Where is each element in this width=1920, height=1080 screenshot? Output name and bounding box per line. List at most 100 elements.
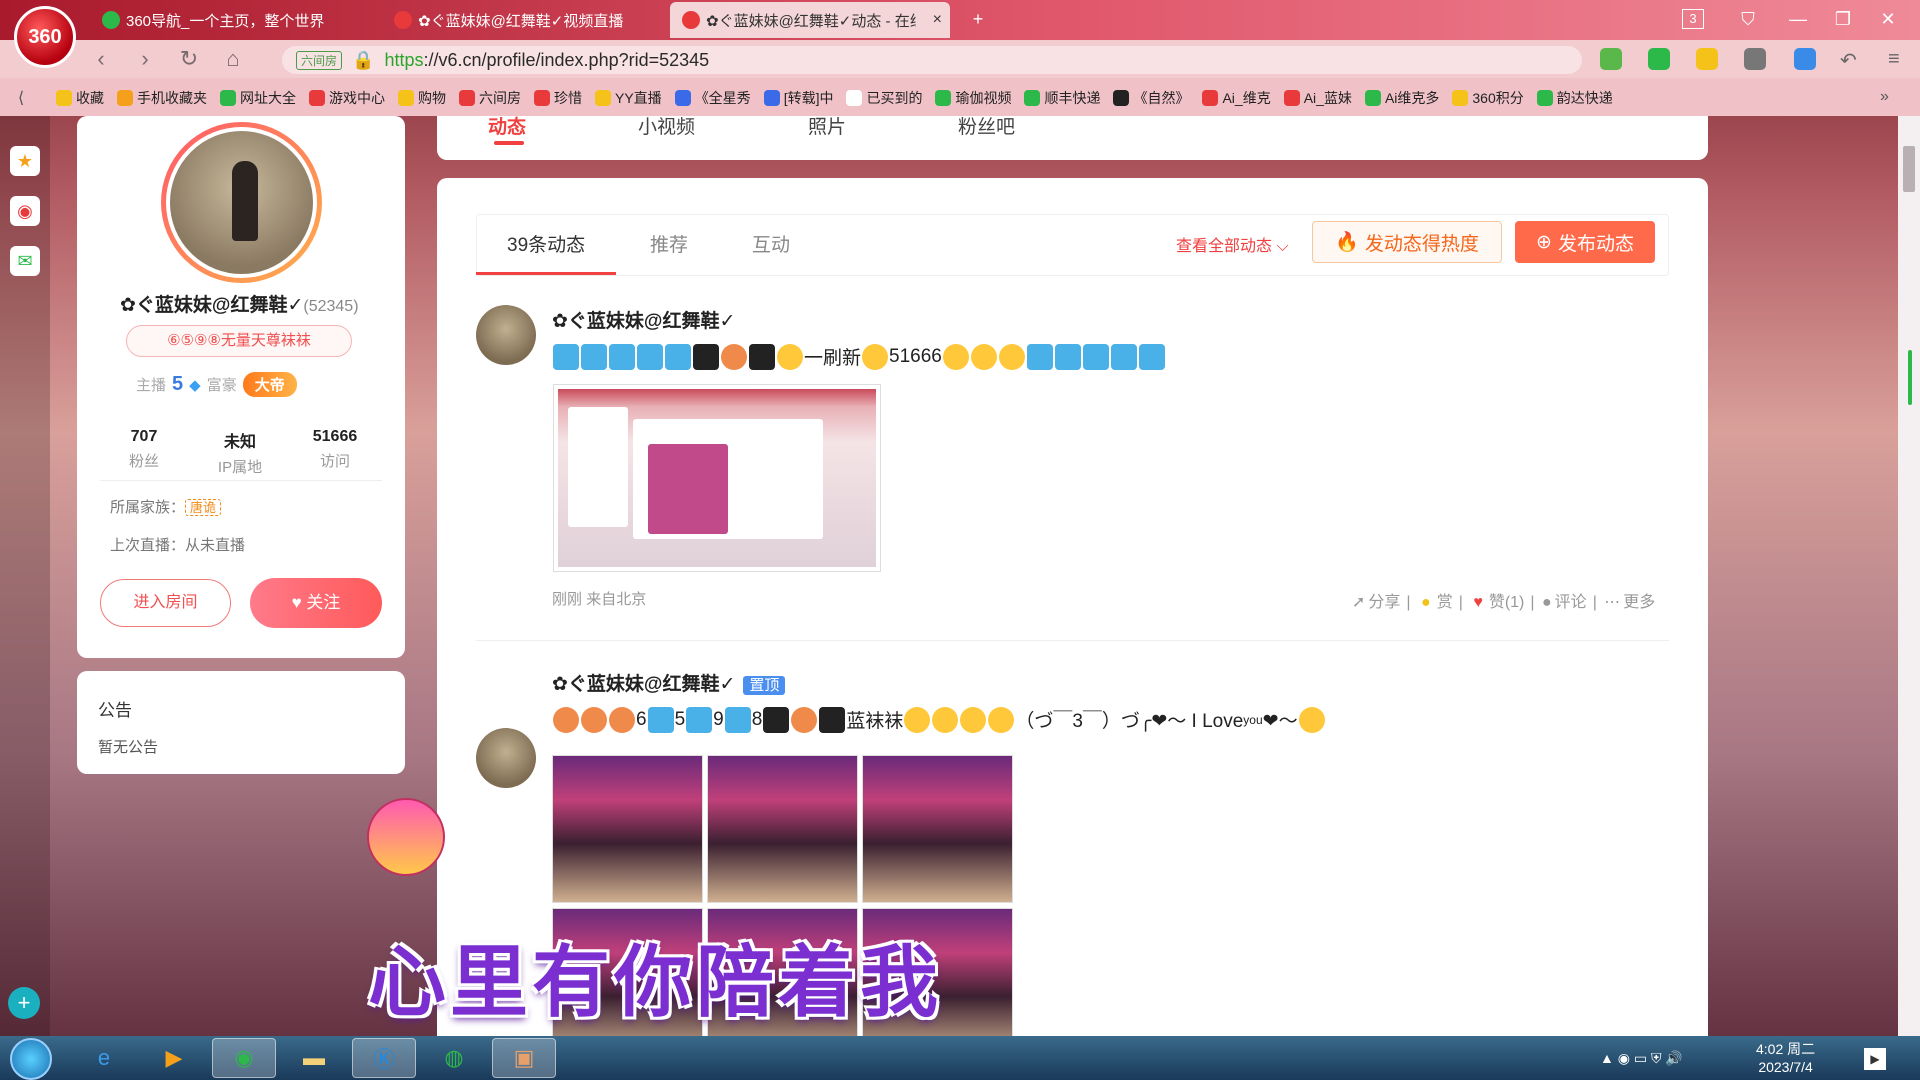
- bookmark-icon: [1536, 90, 1553, 106]
- close-window-icon[interactable]: ✕: [1875, 6, 1901, 32]
- publish-post-button[interactable]: ⊕ 发布动态: [1515, 221, 1655, 263]
- tab-fan-bar[interactable]: 粉丝吧: [958, 112, 1015, 139]
- bookmark-item[interactable]: [转载]中: [763, 88, 834, 108]
- add-widget-icon[interactable]: +: [8, 987, 40, 1019]
- more-button[interactable]: ⋯ 更多: [1604, 594, 1658, 611]
- tab-count-badge[interactable]: 3: [1682, 9, 1704, 29]
- k-app-icon[interactable]: Ⓚ: [352, 1038, 416, 1078]
- browser-tab-profile[interactable]: ✿ぐ蓝妹妹@红舞鞋✓动态 - 在线 ×: [670, 2, 950, 38]
- bookmark-item[interactable]: 购物: [398, 88, 446, 108]
- bookmark-item[interactable]: 收藏: [56, 88, 104, 108]
- favorites-star-icon[interactable]: ★: [10, 146, 40, 176]
- follow-button[interactable]: ♥ 关注: [250, 578, 382, 628]
- extension-icon[interactable]: [1600, 48, 1622, 70]
- back-icon[interactable]: ‹: [88, 46, 114, 72]
- close-tab-icon[interactable]: ×: [933, 11, 942, 29]
- feed-tab-all[interactable]: 39条动态: [507, 230, 585, 257]
- translate-icon[interactable]: [1648, 48, 1670, 70]
- stat-fans[interactable]: 707 粉丝: [94, 428, 194, 471]
- bookmark-item[interactable]: YY直播: [595, 88, 662, 108]
- ie-icon[interactable]: e: [72, 1038, 136, 1078]
- post-avatar[interactable]: [476, 305, 536, 365]
- start-button[interactable]: [10, 1038, 52, 1080]
- 360-browser-icon[interactable]: ◉: [212, 1038, 276, 1078]
- bookmark-item[interactable]: 已买到的: [846, 88, 922, 108]
- post-author[interactable]: ✿ぐ蓝妹妹@红舞鞋✓ 置顶: [552, 669, 786, 696]
- sidebar-toggle-icon[interactable]: ⟨: [18, 88, 24, 108]
- new-tab-button[interactable]: +: [965, 6, 991, 32]
- rich-label: 富豪: [206, 377, 237, 394]
- floating-ball-icon[interactable]: [367, 798, 445, 876]
- tab-dynamics[interactable]: 动态: [488, 112, 526, 139]
- tab-short-video[interactable]: 小视频: [638, 112, 695, 139]
- gamepad-icon[interactable]: [1744, 48, 1766, 70]
- feed-tab-interact[interactable]: 互动: [752, 230, 790, 257]
- folder-icon[interactable]: ▬: [282, 1038, 346, 1078]
- bookmark-icon: [309, 90, 325, 106]
- bookmark-icon: [1452, 90, 1469, 106]
- wechat-icon[interactable]: ◍: [422, 1038, 486, 1078]
- scrollbar-thumb[interactable]: [1903, 146, 1915, 192]
- browser-tab-360nav[interactable]: 360导航_一个主页，整个世界: [90, 2, 380, 38]
- system-clock[interactable]: 4:02 周二 2023/7/4: [1756, 1040, 1815, 1076]
- hot-post-button[interactable]: 🔥 发动态得热度: [1312, 221, 1502, 263]
- bookmark-item[interactable]: 360积分: [1452, 88, 1524, 108]
- photo-app-icon[interactable]: ▣: [492, 1038, 556, 1078]
- enter-room-button[interactable]: 进入房间: [100, 579, 231, 627]
- bookmark-label: 《全星秀: [694, 90, 751, 106]
- undo-icon[interactable]: ↶: [1840, 48, 1862, 72]
- post-avatar[interactable]: [476, 728, 536, 788]
- avatar[interactable]: [161, 122, 322, 283]
- view-all-dropdown[interactable]: 查看全部动态 ⌵: [1176, 232, 1289, 256]
- grid-image[interactable]: [707, 755, 858, 903]
- bookmark-item[interactable]: 珍惜: [534, 88, 582, 108]
- bookmark-item[interactable]: 顺丰快递: [1024, 88, 1100, 108]
- bookmark-item[interactable]: 游戏中心: [309, 88, 385, 108]
- apps-grid-icon[interactable]: [1794, 48, 1816, 70]
- post-image[interactable]: [553, 384, 881, 572]
- browser-logo-icon[interactable]: 360: [14, 6, 76, 68]
- share-button[interactable]: ➚ 分享: [1352, 594, 1403, 611]
- shield-icon[interactable]: [1696, 48, 1718, 70]
- grid-image[interactable]: [862, 755, 1013, 903]
- feed-tab-recommend[interactable]: 推荐: [650, 230, 688, 257]
- bookmark-icon: [1202, 90, 1219, 106]
- more-bookmarks-icon[interactable]: »: [1880, 88, 1889, 106]
- home-icon[interactable]: ⌂: [220, 46, 246, 72]
- minimize-icon[interactable]: —: [1785, 6, 1811, 32]
- url-bar[interactable]: 六间房 🔒 https ://v6.cn/profile/index.php?r…: [282, 46, 1582, 74]
- like-button[interactable]: ♥ 赞(1): [1470, 594, 1527, 611]
- post-author[interactable]: ✿ぐ蓝妹妹@红舞鞋✓: [552, 306, 735, 333]
- bookmark-item[interactable]: 六间房: [459, 88, 521, 108]
- post-text: 一刷新 51666: [552, 343, 1166, 370]
- bookmark-item[interactable]: 《自然》: [1113, 88, 1189, 108]
- refresh-icon[interactable]: ↻: [176, 46, 202, 72]
- weibo-icon[interactable]: ◉: [10, 196, 40, 226]
- bookmark-item[interactable]: 《全星秀: [674, 88, 751, 108]
- forward-icon[interactable]: ›: [132, 46, 158, 72]
- media-player-icon[interactable]: ▶: [142, 1038, 206, 1078]
- tab-photos[interactable]: 照片: [808, 112, 846, 139]
- reward-button[interactable]: ● 赏: [1418, 594, 1456, 611]
- bookmark-item[interactable]: 手机收藏夹: [117, 88, 207, 108]
- bookmark-item[interactable]: Ai_维克: [1202, 88, 1271, 108]
- browser-tab-live[interactable]: ✿ぐ蓝妹妹@红舞鞋✓视频直播: [382, 2, 662, 38]
- shirt-skin-icon[interactable]: ⛉: [1735, 6, 1761, 32]
- bookmark-label: [转载]中: [783, 90, 834, 106]
- bookmark-item[interactable]: Ai_蓝妹: [1283, 88, 1352, 108]
- grid-image[interactable]: [552, 755, 703, 903]
- bookmark-item[interactable]: 网址大全: [220, 88, 296, 108]
- stat-visits: 51666 访问: [312, 428, 358, 470]
- family-link[interactable]: 唐诡: [185, 499, 222, 516]
- family-info: 所属家族： 唐诡: [110, 496, 222, 517]
- tray-icons[interactable]: ▲ ◉ ▭ ⛨ 🔊: [1600, 1050, 1683, 1067]
- notification-icon[interactable]: ▶: [1864, 1048, 1886, 1070]
- menu-icon[interactable]: ≡: [1888, 48, 1910, 70]
- maximize-icon[interactable]: ❐: [1830, 6, 1856, 32]
- bookmark-item[interactable]: 瑜伽视频: [935, 88, 1011, 108]
- scrollbar[interactable]: [1898, 116, 1920, 1036]
- comment-button[interactable]: ● 评论: [1542, 594, 1590, 611]
- mail-icon[interactable]: ✉: [10, 246, 40, 276]
- bookmark-item[interactable]: Ai维克多: [1364, 88, 1439, 108]
- bookmark-item[interactable]: 韵达快递: [1536, 88, 1613, 108]
